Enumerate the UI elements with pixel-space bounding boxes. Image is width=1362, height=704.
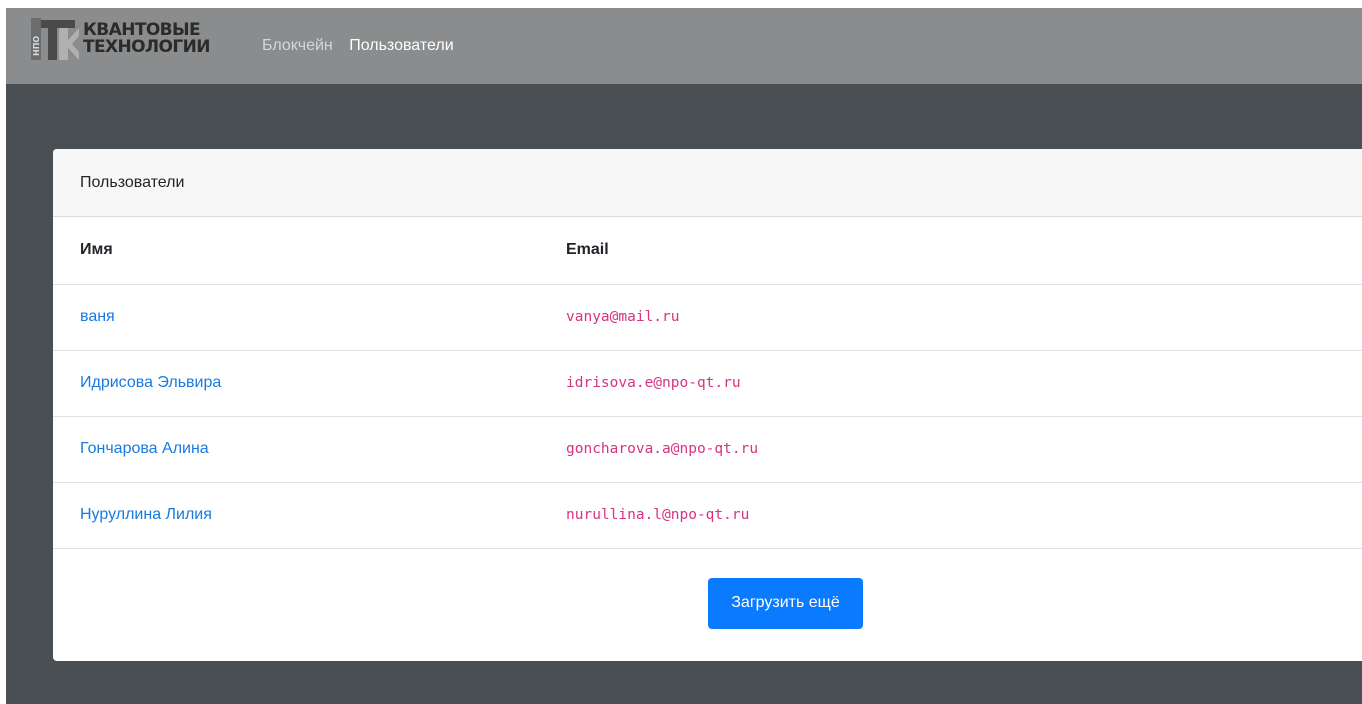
user-email-cell: nurullina.l@npo-qt.ru [539, 482, 1362, 549]
user-email-cell: goncharova.a@npo-qt.ru [539, 416, 1362, 483]
user-name-link[interactable]: ваня [80, 308, 115, 325]
user-name-cell: Нуруллина Лилия [53, 482, 539, 549]
user-email: vanya@mail.ru [566, 309, 680, 325]
table-row: Идрисова Эльвира idrisova.e@npo-qt.ru [53, 350, 1362, 417]
user-name-cell: Гончарова Алина [53, 416, 539, 483]
table-row: Нуруллина Лилия nurullina.l@npo-qt.ru [53, 482, 1362, 549]
user-email: goncharova.a@npo-qt.ru [566, 441, 759, 457]
logo-wordmark: КВАНТОВЫЕ ТЕХНОЛОГИИ [83, 22, 210, 56]
card-header: Пользователи [53, 149, 1362, 217]
logo-side-text: НПО [32, 36, 41, 56]
app-frame: НПО КВАНТОВЫЕ ТЕХНОЛОГИИ Блокчейн Пользо… [6, 8, 1362, 704]
user-name-link[interactable]: Гончарова Алина [80, 440, 209, 457]
user-name-link[interactable]: Нуруллина Лилия [80, 506, 212, 523]
user-email: idrisova.e@npo-qt.ru [566, 375, 741, 391]
table-row: ваня vanya@mail.ru [53, 284, 1362, 351]
nav-link-users[interactable]: Пользователи [349, 36, 453, 56]
table-row: Гончарова Алина goncharova.a@npo-qt.ru [53, 416, 1362, 483]
column-header-name: Имя [53, 217, 539, 285]
nav-links: Блокчейн Пользователи [262, 36, 454, 56]
column-header-email: Email [539, 217, 1362, 285]
company-logo[interactable]: НПО КВАНТОВЫЕ ТЕХНОЛОГИИ [31, 18, 231, 60]
user-email: nurullina.l@npo-qt.ru [566, 507, 750, 523]
nav-link-blockchain[interactable]: Блокчейн [262, 36, 333, 56]
user-name-cell: Идрисова Эльвира [53, 350, 539, 417]
load-more-button[interactable]: Загрузить ещё [708, 577, 863, 629]
logo-mark-icon: НПО [31, 18, 79, 60]
logo-line2: ТЕХНОЛОГИИ [83, 37, 210, 57]
user-email-cell: vanya@mail.ru [539, 284, 1362, 351]
top-navbar: НПО КВАНТОВЫЕ ТЕХНОЛОГИИ Блокчейн Пользо… [6, 8, 1362, 84]
users-table: Имя Email ваня vanya@mail.ru Идрисова Эл… [53, 217, 1362, 549]
card-footer: Загрузить ещё [53, 549, 1362, 659]
user-email-cell: idrisova.e@npo-qt.ru [539, 350, 1362, 417]
users-card: Пользователи Имя Email ваня vanya@mail.r… [53, 149, 1362, 661]
table-header-row: Имя Email [53, 217, 1362, 285]
user-name-link[interactable]: Идрисова Эльвира [80, 374, 221, 391]
user-name-cell: ваня [53, 284, 539, 351]
